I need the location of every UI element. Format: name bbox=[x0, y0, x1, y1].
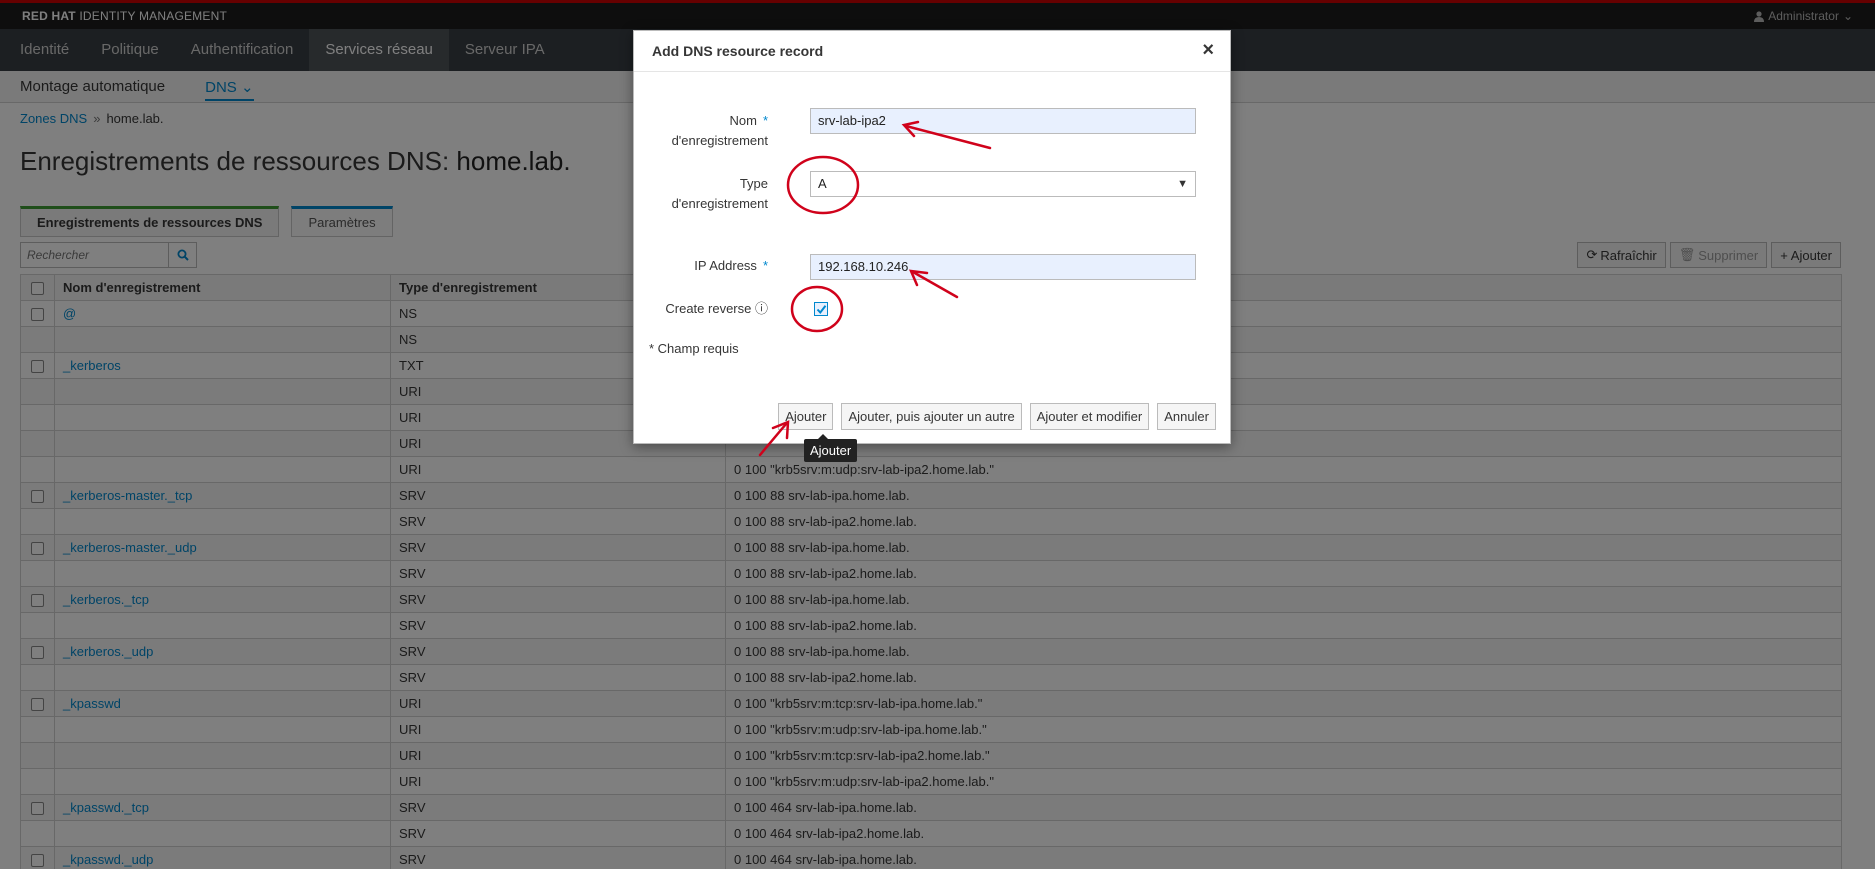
record-name-input[interactable]: srv-lab-ipa2 bbox=[810, 108, 1196, 134]
record-type-label: Type d'enregistrement bbox=[671, 176, 768, 211]
ip-address-label: IP Address * bbox=[694, 258, 768, 273]
dialog-header: Add DNS resource record × bbox=[634, 31, 1230, 72]
add-record-dialog: Add DNS resource record × Nom * d'enregist… bbox=[633, 30, 1231, 444]
close-icon[interactable]: × bbox=[1202, 40, 1214, 60]
cancel-button[interactable]: Annuler bbox=[1157, 403, 1216, 430]
add-tooltip: Ajouter bbox=[804, 434, 858, 462]
record-type-select[interactable]: A ▼ bbox=[810, 171, 1196, 197]
create-reverse-label: Create reverse ⓘ bbox=[665, 301, 768, 316]
add-another-button[interactable]: Ajouter, puis ajouter un autre bbox=[841, 403, 1022, 430]
checkmark-icon bbox=[816, 304, 826, 314]
required-note: * Champ requis bbox=[649, 341, 739, 356]
add-submit-button[interactable]: Ajouter bbox=[778, 403, 834, 430]
add-edit-button[interactable]: Ajouter et modifier bbox=[1029, 403, 1150, 430]
dialog-footer: Ajouter Ajouter, puis ajouter un autre A… bbox=[778, 403, 1216, 430]
chevron-down-icon: ▼ bbox=[1177, 178, 1188, 190]
record-name-label: Nom * d'enregistrement bbox=[671, 113, 768, 148]
info-icon[interactable]: ⓘ bbox=[755, 301, 768, 316]
dialog-title: Add DNS resource record bbox=[652, 43, 824, 59]
create-reverse-checkbox[interactable] bbox=[814, 302, 828, 316]
ip-address-input[interactable]: 192.168.10.246 bbox=[810, 254, 1196, 280]
